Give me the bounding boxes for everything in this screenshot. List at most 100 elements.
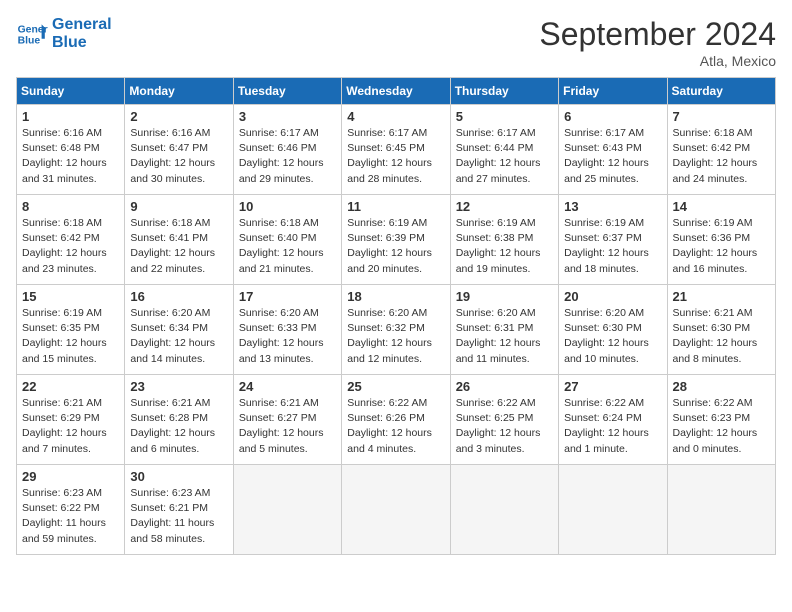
calendar-cell: 11 Sunrise: 6:19 AM Sunset: 6:39 PM Dayli…	[342, 195, 450, 285]
cell-sun-info: Sunrise: 6:17 AM Sunset: 6:45 PM Dayligh…	[347, 126, 444, 187]
calendar-cell: 9 Sunrise: 6:18 AM Sunset: 6:41 PM Daylig…	[125, 195, 233, 285]
cell-sun-info: Sunrise: 6:19 AM Sunset: 6:37 PM Dayligh…	[564, 216, 661, 277]
logo-icon: General Blue	[16, 18, 48, 50]
week-row-4: 22Sunrise: 6:21 AM Sunset: 6:29 PM Dayli…	[17, 375, 776, 465]
calendar-cell: 14 Sunrise: 6:19 AM Sunset: 6:36 PM Dayli…	[667, 195, 775, 285]
title-block: September 2024 Atla, Mexico	[539, 16, 776, 69]
day-number: 3	[239, 109, 336, 124]
day-number: 14	[673, 199, 770, 214]
cell-sun-info: Sunrise: 6:20 AM Sunset: 6:32 PM Dayligh…	[347, 306, 444, 367]
calendar-cell: 16 Sunrise: 6:20 AM Sunset: 6:34 PM Dayli…	[125, 285, 233, 375]
week-row-2: 8 Sunrise: 6:18 AM Sunset: 6:42 PM Daylig…	[17, 195, 776, 285]
page-header: General Blue GeneralBlue September 2024 …	[16, 16, 776, 69]
day-header-wednesday: Wednesday	[342, 78, 450, 105]
calendar-cell	[342, 465, 450, 555]
location-subtitle: Atla, Mexico	[539, 53, 776, 69]
logo-text: GeneralBlue	[52, 16, 112, 51]
calendar-cell: 18 Sunrise: 6:20 AM Sunset: 6:32 PM Dayli…	[342, 285, 450, 375]
calendar-cell: 3 Sunrise: 6:17 AM Sunset: 6:46 PM Daylig…	[233, 105, 341, 195]
day-number: 19	[456, 289, 553, 304]
cell-sun-info: Sunrise: 6:22 AM Sunset: 6:24 PM Dayligh…	[564, 396, 661, 457]
day-number: 2	[130, 109, 227, 124]
calendar-cell: 5Sunrise: 6:17 AM Sunset: 6:44 PM Daylig…	[450, 105, 558, 195]
cell-sun-info: Sunrise: 6:20 AM Sunset: 6:31 PM Dayligh…	[456, 306, 553, 367]
cell-sun-info: Sunrise: 6:20 AM Sunset: 6:33 PM Dayligh…	[239, 306, 336, 367]
calendar-cell: 23Sunrise: 6:21 AM Sunset: 6:28 PM Dayli…	[125, 375, 233, 465]
calendar-cell	[559, 465, 667, 555]
cell-sun-info: Sunrise: 6:20 AM Sunset: 6:30 PM Dayligh…	[564, 306, 661, 367]
cell-sun-info: Sunrise: 6:19 AM Sunset: 6:39 PM Dayligh…	[347, 216, 444, 277]
calendar-cell: 7 Sunrise: 6:18 AM Sunset: 6:42 PM Daylig…	[667, 105, 775, 195]
svg-text:Blue: Blue	[18, 35, 41, 46]
day-number: 22	[22, 379, 119, 394]
day-header-thursday: Thursday	[450, 78, 558, 105]
cell-sun-info: Sunrise: 6:19 AM Sunset: 6:36 PM Dayligh…	[673, 216, 770, 277]
day-number: 29	[22, 469, 119, 484]
day-number: 30	[130, 469, 227, 484]
day-number: 25	[347, 379, 444, 394]
day-number: 13	[564, 199, 661, 214]
day-number: 16	[130, 289, 227, 304]
day-number: 10	[239, 199, 336, 214]
day-number: 28	[673, 379, 770, 394]
calendar-cell: 4 Sunrise: 6:17 AM Sunset: 6:45 PM Daylig…	[342, 105, 450, 195]
day-number: 21	[673, 289, 770, 304]
day-header-friday: Friday	[559, 78, 667, 105]
day-number: 11	[347, 199, 444, 214]
calendar-header-row: SundayMondayTuesdayWednesdayThursdayFrid…	[17, 78, 776, 105]
calendar-cell: 22Sunrise: 6:21 AM Sunset: 6:29 PM Dayli…	[17, 375, 125, 465]
cell-sun-info: Sunrise: 6:22 AM Sunset: 6:26 PM Dayligh…	[347, 396, 444, 457]
cell-sun-info: Sunrise: 6:20 AM Sunset: 6:34 PM Dayligh…	[130, 306, 227, 367]
calendar-cell: 26 Sunrise: 6:22 AM Sunset: 6:25 PM Dayli…	[450, 375, 558, 465]
calendar-table: SundayMondayTuesdayWednesdayThursdayFrid…	[16, 77, 776, 555]
day-number: 26	[456, 379, 553, 394]
day-number: 15	[22, 289, 119, 304]
calendar-cell	[233, 465, 341, 555]
calendar-cell: 1Sunrise: 6:16 AM Sunset: 6:48 PM Daylig…	[17, 105, 125, 195]
cell-sun-info: Sunrise: 6:17 AM Sunset: 6:46 PM Dayligh…	[239, 126, 336, 187]
calendar-cell: 24Sunrise: 6:21 AM Sunset: 6:27 PM Dayli…	[233, 375, 341, 465]
cell-sun-info: Sunrise: 6:18 AM Sunset: 6:42 PM Dayligh…	[22, 216, 119, 277]
calendar-cell	[450, 465, 558, 555]
cell-sun-info: Sunrise: 6:17 AM Sunset: 6:44 PM Dayligh…	[456, 126, 553, 187]
day-header-saturday: Saturday	[667, 78, 775, 105]
day-number: 23	[130, 379, 227, 394]
day-number: 18	[347, 289, 444, 304]
calendar-cell: 6Sunrise: 6:17 AM Sunset: 6:43 PM Daylig…	[559, 105, 667, 195]
logo: General Blue GeneralBlue	[16, 16, 112, 51]
calendar-cell: 30 Sunrise: 6:23 AM Sunset: 6:21 PM Dayli…	[125, 465, 233, 555]
day-number: 6	[564, 109, 661, 124]
day-number: 8	[22, 199, 119, 214]
day-number: 9	[130, 199, 227, 214]
day-number: 7	[673, 109, 770, 124]
month-title: September 2024	[539, 16, 776, 53]
cell-sun-info: Sunrise: 6:23 AM Sunset: 6:21 PM Dayligh…	[130, 486, 227, 547]
cell-sun-info: Sunrise: 6:16 AM Sunset: 6:47 PM Dayligh…	[130, 126, 227, 187]
day-number: 12	[456, 199, 553, 214]
calendar-cell: 29 Sunrise: 6:23 AM Sunset: 6:22 PM Dayli…	[17, 465, 125, 555]
cell-sun-info: Sunrise: 6:22 AM Sunset: 6:25 PM Dayligh…	[456, 396, 553, 457]
day-header-sunday: Sunday	[17, 78, 125, 105]
week-row-5: 29 Sunrise: 6:23 AM Sunset: 6:22 PM Dayli…	[17, 465, 776, 555]
cell-sun-info: Sunrise: 6:23 AM Sunset: 6:22 PM Dayligh…	[22, 486, 119, 547]
day-number: 20	[564, 289, 661, 304]
calendar-cell: 17Sunrise: 6:20 AM Sunset: 6:33 PM Dayli…	[233, 285, 341, 375]
day-header-tuesday: Tuesday	[233, 78, 341, 105]
calendar-cell: 21Sunrise: 6:21 AM Sunset: 6:30 PM Dayli…	[667, 285, 775, 375]
week-row-3: 15Sunrise: 6:19 AM Sunset: 6:35 PM Dayli…	[17, 285, 776, 375]
week-row-1: 1Sunrise: 6:16 AM Sunset: 6:48 PM Daylig…	[17, 105, 776, 195]
cell-sun-info: Sunrise: 6:18 AM Sunset: 6:41 PM Dayligh…	[130, 216, 227, 277]
calendar-cell: 15Sunrise: 6:19 AM Sunset: 6:35 PM Dayli…	[17, 285, 125, 375]
calendar-cell: 10Sunrise: 6:18 AM Sunset: 6:40 PM Dayli…	[233, 195, 341, 285]
cell-sun-info: Sunrise: 6:18 AM Sunset: 6:42 PM Dayligh…	[673, 126, 770, 187]
calendar-cell: 2 Sunrise: 6:16 AM Sunset: 6:47 PM Daylig…	[125, 105, 233, 195]
calendar-cell: 27 Sunrise: 6:22 AM Sunset: 6:24 PM Dayli…	[559, 375, 667, 465]
day-header-monday: Monday	[125, 78, 233, 105]
day-number: 24	[239, 379, 336, 394]
day-number: 4	[347, 109, 444, 124]
calendar-cell: 20 Sunrise: 6:20 AM Sunset: 6:30 PM Dayli…	[559, 285, 667, 375]
day-number: 27	[564, 379, 661, 394]
calendar-cell: 19 Sunrise: 6:20 AM Sunset: 6:31 PM Dayli…	[450, 285, 558, 375]
calendar-body: 1Sunrise: 6:16 AM Sunset: 6:48 PM Daylig…	[17, 105, 776, 555]
calendar-cell: 25 Sunrise: 6:22 AM Sunset: 6:26 PM Dayli…	[342, 375, 450, 465]
